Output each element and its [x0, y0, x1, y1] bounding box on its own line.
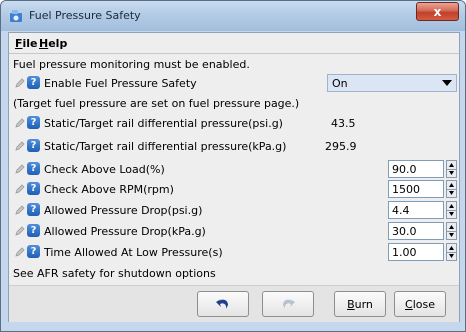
enable-row: ? Enable Fuel Pressure Safety On — [9, 74, 459, 92]
check-rpm-input[interactable]: 1500 — [388, 180, 444, 198]
pencil-icon — [15, 205, 25, 215]
static-psi-value: 43.5 — [331, 117, 356, 130]
help-icon[interactable]: ? — [27, 76, 40, 89]
close-button-label: Close — [405, 297, 435, 311]
window-title: Fuel Pressure Safety — [29, 9, 141, 22]
burn-button[interactable]: Burn — [334, 291, 386, 317]
undo-icon — [216, 299, 228, 309]
menu-file[interactable]: File — [15, 37, 38, 50]
redo-icon — [283, 299, 295, 309]
drop-kpa-stepper[interactable] — [446, 222, 457, 240]
check-load-value: 90.0 — [392, 163, 417, 176]
spin-down-icon[interactable] — [447, 252, 456, 260]
undo-button[interactable] — [197, 291, 249, 317]
static-kpa-value: 295.9 — [325, 140, 357, 153]
time-low-row: ? Time Allowed At Low Pressure(s) 1.00 — [9, 243, 459, 261]
app-icon — [10, 10, 22, 22]
window-frame-bottom — [1, 322, 465, 331]
enable-select[interactable]: On — [327, 74, 457, 92]
drop-psi-stepper[interactable] — [446, 201, 457, 219]
drop-kpa-row: ? Allowed Pressure Drop(kPa.g) 30.0 — [9, 222, 459, 240]
help-icon[interactable]: ? — [27, 224, 40, 237]
drop-psi-input[interactable]: 4.4 — [388, 201, 444, 219]
drop-psi-row: ? Allowed Pressure Drop(psi.g) 4.4 — [9, 201, 459, 219]
close-icon: x — [433, 4, 442, 19]
burn-button-label: Burn — [347, 297, 373, 311]
check-load-input[interactable]: 90.0 — [388, 160, 444, 178]
spin-down-icon[interactable] — [447, 210, 456, 218]
enable-select-value: On — [332, 77, 348, 90]
static-kpa-label: Static/Target rail differential pressure… — [44, 140, 287, 153]
help-icon[interactable]: ? — [27, 162, 40, 175]
enable-label: Enable Fuel Pressure Safety — [44, 77, 197, 90]
check-rpm-value: 1500 — [392, 183, 420, 196]
static-psi-row: ? Static/Target rail differential pressu… — [9, 114, 459, 132]
pencil-icon — [15, 226, 25, 236]
drop-kpa-label: Allowed Pressure Drop(kPa.g) — [44, 225, 206, 238]
button-panel: Burn Close — [9, 285, 459, 323]
time-low-value: 1.00 — [392, 246, 417, 259]
check-rpm-stepper[interactable] — [446, 180, 457, 198]
target-note-row: (Target fuel pressure are set on fuel pr… — [9, 94, 459, 112]
dialog-content: File Help Fuel pressure monitoring must … — [8, 32, 460, 323]
pencil-icon — [15, 141, 25, 151]
spin-down-icon[interactable] — [447, 231, 456, 239]
drop-psi-label: Allowed Pressure Drop(psi.g) — [44, 204, 203, 217]
monitoring-note-row: Fuel pressure monitoring must be enabled… — [9, 55, 459, 73]
check-load-stepper[interactable] — [446, 160, 457, 178]
help-icon[interactable]: ? — [27, 203, 40, 216]
check-load-label: Check Above Load(%) — [44, 163, 165, 176]
drop-kpa-value: 30.0 — [392, 225, 417, 238]
afr-note-row: See AFR safety for shutdown options — [9, 264, 459, 282]
check-load-row: ? Check Above Load(%) 90.0 — [9, 160, 459, 178]
time-low-label: Time Allowed At Low Pressure(s) — [44, 246, 223, 259]
time-low-stepper[interactable] — [446, 243, 457, 261]
window-close-button[interactable]: x — [416, 2, 459, 21]
check-rpm-label: Check Above RPM(rpm) — [44, 183, 174, 196]
check-rpm-row: ? Check Above RPM(rpm) 1500 — [9, 180, 459, 198]
afr-note: See AFR safety for shutdown options — [13, 267, 216, 280]
target-note: (Target fuel pressure are set on fuel pr… — [13, 97, 300, 110]
help-icon[interactable]: ? — [27, 182, 40, 195]
title-bar[interactable]: Fuel Pressure Safety x — [1, 1, 465, 31]
dialog-window: Fuel Pressure Safety x File Help Fuel pr… — [0, 0, 466, 332]
spin-down-icon[interactable] — [447, 189, 456, 197]
static-kpa-row: ? Static/Target rail differential pressu… — [9, 137, 459, 155]
spin-down-icon[interactable] — [447, 169, 456, 177]
time-low-input[interactable]: 1.00 — [388, 243, 444, 261]
menu-bar: File Help — [9, 33, 459, 54]
monitoring-note: Fuel pressure monitoring must be enabled… — [13, 58, 250, 71]
help-icon[interactable]: ? — [27, 116, 40, 129]
redo-button[interactable] — [262, 291, 314, 317]
drop-kpa-input[interactable]: 30.0 — [388, 222, 444, 240]
chevron-down-icon[interactable] — [438, 75, 456, 91]
menu-help[interactable]: Help — [39, 37, 67, 50]
pencil-icon — [15, 78, 25, 88]
help-icon[interactable]: ? — [27, 245, 40, 258]
help-icon[interactable]: ? — [27, 139, 40, 152]
close-button[interactable]: Close — [394, 291, 446, 317]
drop-psi-value: 4.4 — [392, 204, 410, 217]
pencil-icon — [15, 184, 25, 194]
static-psi-label: Static/Target rail differential pressure… — [44, 117, 283, 130]
pencil-icon — [15, 118, 25, 128]
pencil-icon — [15, 164, 25, 174]
pencil-icon — [15, 247, 25, 257]
